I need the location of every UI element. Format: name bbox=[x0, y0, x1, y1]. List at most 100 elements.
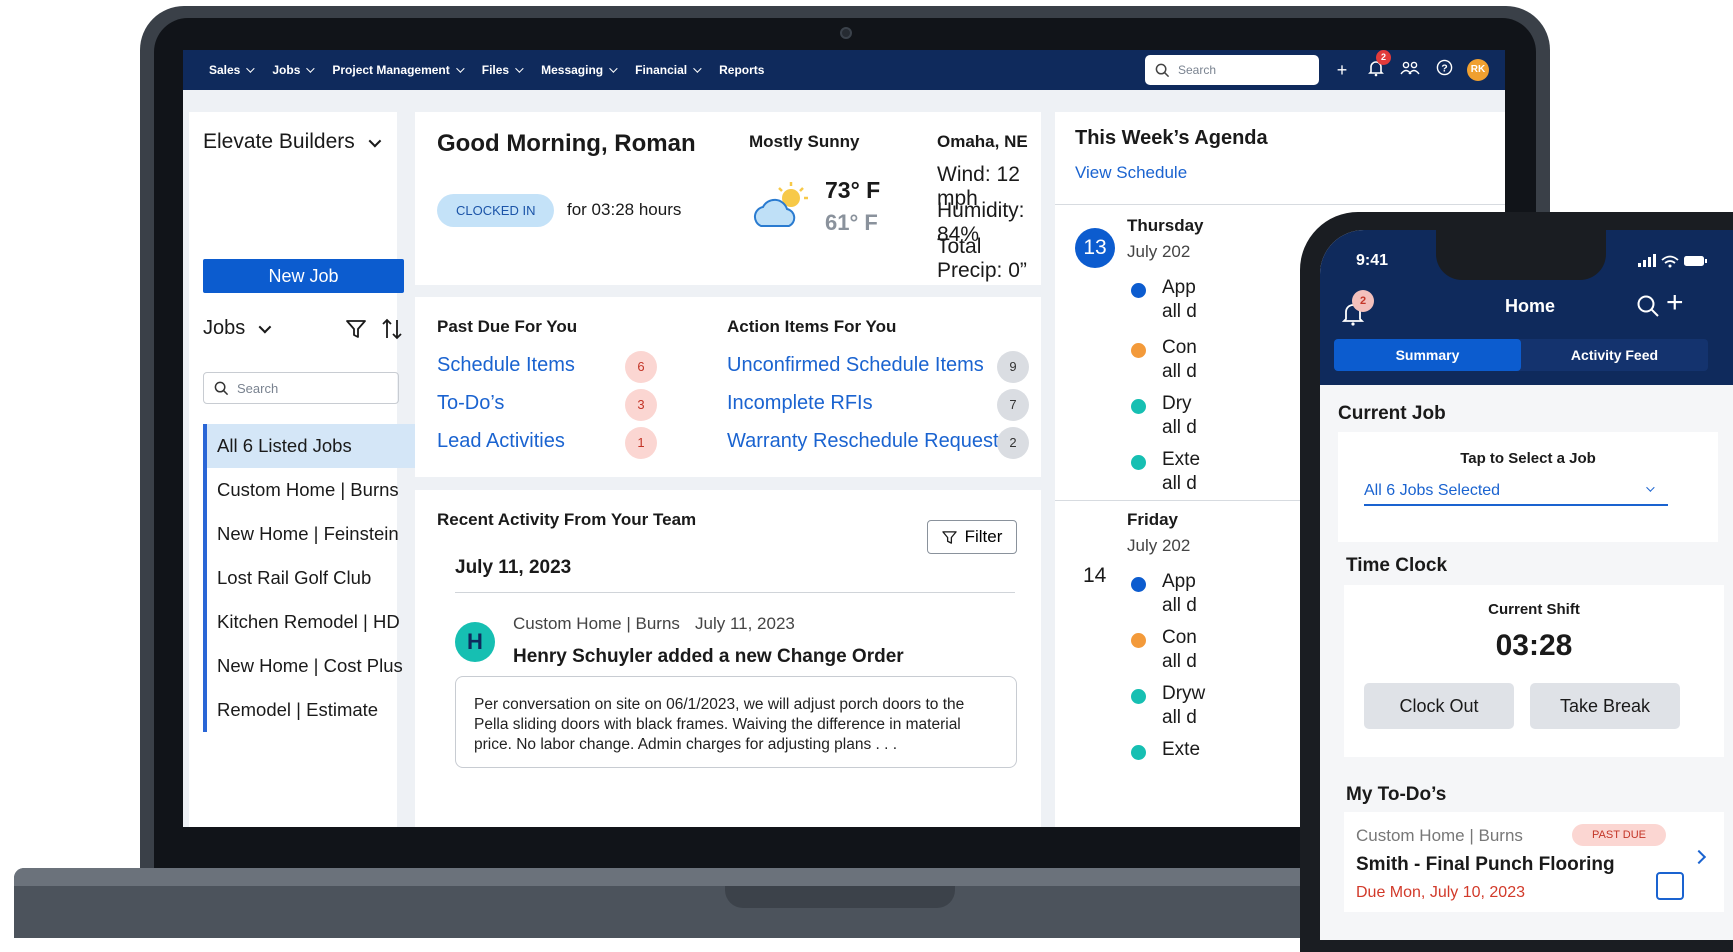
current-job-card: Tap to Select a Job All 6 Jobs Selected bbox=[1338, 432, 1718, 542]
new-job-button[interactable]: New Job bbox=[203, 259, 404, 293]
todo-due-date: Due Mon, July 10, 2023 bbox=[1356, 884, 1525, 901]
weather-location: Omaha, NE bbox=[937, 132, 1028, 151]
day-name: Thursday bbox=[1127, 216, 1204, 235]
filter-button[interactable]: Filter bbox=[927, 520, 1017, 554]
chevron-down-icon bbox=[246, 64, 256, 73]
nav-messaging[interactable]: Messaging bbox=[541, 63, 618, 77]
job-item-all[interactable]: All 6 Listed Jobs bbox=[207, 424, 421, 468]
shift-label: Current Shift bbox=[1488, 601, 1580, 618]
day-date: July 202 bbox=[1127, 536, 1191, 555]
activity-body: Per conversation on site on 06/1/2023, w… bbox=[455, 676, 1017, 768]
chevron-down-icon[interactable] bbox=[258, 320, 272, 334]
nav-jobs[interactable]: Jobs bbox=[272, 63, 316, 77]
job-item[interactable]: Remodel | Estimate bbox=[207, 688, 421, 732]
take-break-button[interactable]: Take Break bbox=[1530, 683, 1680, 729]
nav-project-management[interactable]: Project Management bbox=[332, 63, 465, 77]
search-icon bbox=[214, 381, 229, 395]
bell-icon[interactable]: 2 bbox=[1365, 50, 1391, 82]
todos-title: My To-Do’s bbox=[1346, 784, 1447, 805]
past-due-title: Past Due For You bbox=[437, 317, 578, 336]
tab-activity-feed[interactable]: Activity Feed bbox=[1521, 339, 1708, 371]
todo-card[interactable]: Custom Home | Burns PAST DUE Smith - Fin… bbox=[1344, 812, 1724, 912]
nav-files[interactable]: Files bbox=[482, 63, 524, 77]
action-warranty-reschedule[interactable]: Warranty Reschedule Requests bbox=[727, 430, 1009, 453]
job-item[interactable]: Kitchen Remodel | HD bbox=[207, 600, 421, 644]
time-clock-title: Time Clock bbox=[1346, 555, 1448, 576]
count-badge: 3 bbox=[625, 389, 657, 421]
past-due-lead-activities[interactable]: Lead Activities bbox=[437, 430, 565, 453]
agenda-item[interactable]: Dry all d bbox=[1131, 392, 1197, 440]
agenda-item-label: App all d bbox=[1162, 571, 1197, 616]
jobs-header: Jobs bbox=[203, 317, 403, 340]
team-icon[interactable] bbox=[1399, 60, 1421, 81]
agenda-item[interactable]: Con all d bbox=[1131, 626, 1197, 674]
agenda-item[interactable]: App all d bbox=[1131, 570, 1197, 618]
chevron-down-icon bbox=[693, 64, 702, 73]
agenda-item-label: Exte bbox=[1162, 739, 1201, 760]
chevron-right-icon[interactable] bbox=[1691, 849, 1707, 865]
job-item[interactable]: Custom Home | Burns bbox=[207, 468, 421, 512]
plus-icon[interactable]: + bbox=[1331, 60, 1353, 81]
user-avatar[interactable]: RK bbox=[1467, 59, 1489, 81]
past-due-badge: PAST DUE bbox=[1572, 824, 1666, 846]
nav-financial[interactable]: Financial bbox=[635, 63, 702, 77]
sort-icon[interactable] bbox=[381, 318, 403, 340]
agenda-item-label: Con all d bbox=[1162, 337, 1197, 382]
action-unconfirmed-schedule[interactable]: Unconfirmed Schedule Items bbox=[727, 354, 984, 377]
tab-summary[interactable]: Summary bbox=[1334, 339, 1521, 371]
nav-search-input[interactable]: Search bbox=[1145, 55, 1319, 85]
phone-screen: 9:41 2 Home + Summary Activity Feed Curr… bbox=[1320, 230, 1733, 940]
agenda-item[interactable]: Exte bbox=[1131, 738, 1200, 762]
activity-headline[interactable]: Henry Schuyler added a new Change Order bbox=[513, 646, 904, 668]
greeting: Good Morning, Roman bbox=[437, 130, 696, 157]
day-number-today: 13 bbox=[1075, 228, 1115, 268]
weather-description: Mostly Sunny bbox=[749, 132, 860, 151]
clocked-in-badge: CLOCKED IN bbox=[437, 194, 555, 227]
job-search-input[interactable]: Search bbox=[203, 372, 399, 404]
tasks-card: Past Due For You Schedule Items 6 To-Do’… bbox=[415, 297, 1041, 477]
activity-title: Recent Activity From Your Team bbox=[437, 510, 697, 529]
past-due-todos[interactable]: To-Do’s bbox=[437, 392, 504, 415]
filter-icon bbox=[941, 530, 957, 544]
help-icon[interactable]: ? bbox=[1433, 59, 1455, 81]
past-due-schedule-items[interactable]: Schedule Items bbox=[437, 354, 575, 377]
day-date: July 202 bbox=[1127, 242, 1191, 261]
filter-icon[interactable] bbox=[345, 318, 367, 340]
clock-out-button[interactable]: Clock Out bbox=[1364, 683, 1514, 729]
view-schedule-link[interactable]: View Schedule bbox=[1075, 163, 1187, 183]
nav-sales[interactable]: Sales bbox=[209, 63, 256, 77]
job-item[interactable]: New Home | Feinstein bbox=[207, 512, 421, 556]
camera bbox=[840, 27, 852, 39]
activity-job[interactable]: Custom Home | Burns bbox=[513, 614, 680, 634]
agenda-item[interactable]: Dryw all d bbox=[1131, 682, 1205, 730]
job-select[interactable]: All 6 Jobs Selected bbox=[1364, 482, 1668, 506]
jobs-dropdown[interactable]: Jobs bbox=[203, 317, 245, 340]
phone-notch bbox=[1436, 230, 1606, 280]
top-nav: Sales Jobs Project Management Files Mess… bbox=[183, 50, 1505, 90]
todo-checkbox[interactable] bbox=[1656, 872, 1684, 900]
phone-header: 9:41 2 Home + Summary Activity Feed bbox=[1320, 230, 1733, 385]
tap-select-label: Tap to Select a Job bbox=[1460, 450, 1596, 467]
search-icon[interactable] bbox=[1636, 294, 1660, 318]
nav-reports[interactable]: Reports bbox=[719, 63, 764, 77]
chevron-down-icon bbox=[609, 64, 618, 73]
phone-tabs: Summary Activity Feed bbox=[1334, 339, 1708, 371]
agenda-item[interactable]: Con all d bbox=[1131, 336, 1197, 384]
search-placeholder: Search bbox=[1178, 63, 1217, 77]
search-icon bbox=[1155, 63, 1170, 77]
plus-icon[interactable]: + bbox=[1666, 288, 1684, 318]
agenda-item-label: Dry all d bbox=[1162, 393, 1197, 438]
agenda-item-label: Con all d bbox=[1162, 627, 1197, 672]
company-selector[interactable]: Elevate Builders bbox=[203, 130, 382, 154]
agenda-item[interactable]: App all d bbox=[1131, 276, 1197, 324]
divider bbox=[1055, 204, 1505, 205]
laptop-notch bbox=[725, 886, 955, 908]
action-incomplete-rfis[interactable]: Incomplete RFIs bbox=[727, 392, 873, 415]
count-badge: 9 bbox=[997, 351, 1029, 383]
jobs-sidebar: Elevate Builders New Job Jobs Search All… bbox=[189, 112, 421, 827]
status-icons bbox=[1638, 254, 1707, 268]
agenda-item[interactable]: Exte all d bbox=[1131, 448, 1200, 496]
partly-sunny-icon bbox=[753, 182, 808, 227]
job-item[interactable]: New Home | Cost Plus bbox=[207, 644, 421, 688]
job-item[interactable]: Lost Rail Golf Club bbox=[207, 556, 421, 600]
